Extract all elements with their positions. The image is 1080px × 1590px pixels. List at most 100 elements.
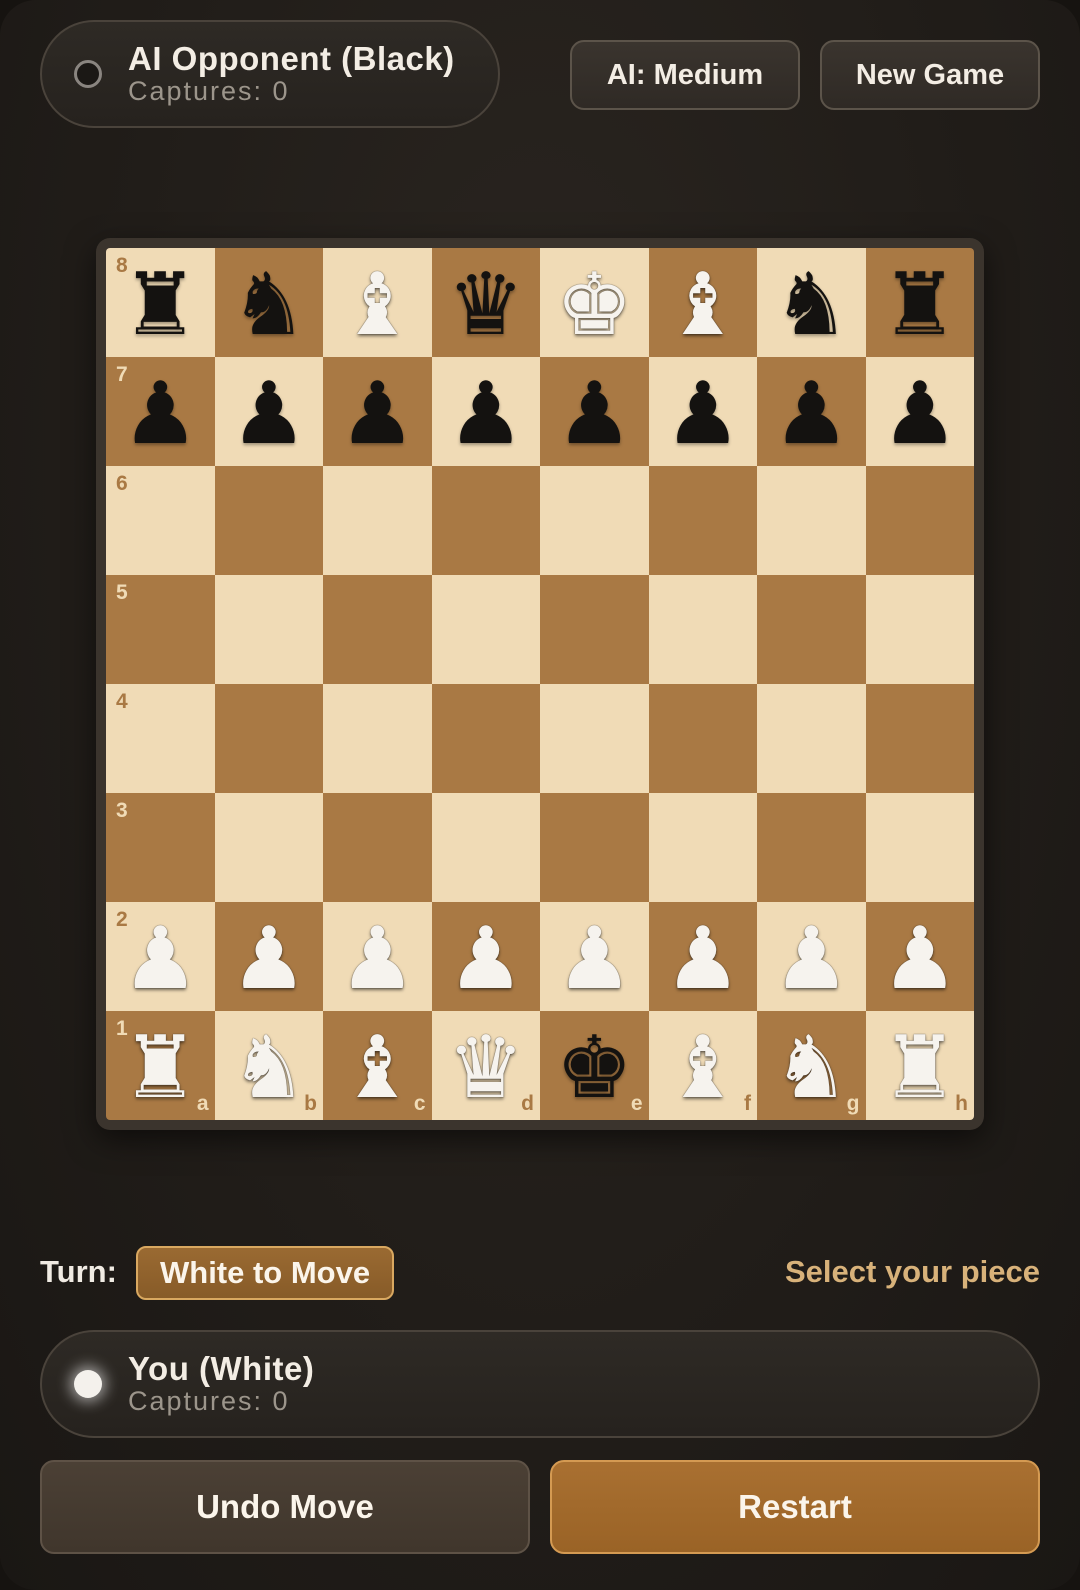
square-g7[interactable]: ♟ (757, 357, 866, 466)
square-e5[interactable] (540, 575, 649, 684)
white-pawn-icon[interactable]: ♟ (447, 916, 524, 1002)
square-b3[interactable] (214, 793, 323, 902)
square-c4[interactable] (323, 684, 432, 793)
square-c3[interactable] (323, 793, 432, 902)
white-pawn-icon[interactable]: ♟ (773, 916, 850, 1002)
white-bishop-icon[interactable]: ♝ (339, 1025, 416, 1111)
square-e6[interactable] (540, 466, 649, 575)
white-bishop-icon[interactable]: ♝ (664, 262, 741, 348)
square-b4[interactable] (214, 684, 323, 793)
square-h4[interactable] (865, 684, 974, 793)
square-a7[interactable]: 7 ♟ (106, 357, 215, 466)
black-king-icon[interactable]: ♚ (556, 1025, 633, 1111)
square-b2[interactable]: ♟ (214, 902, 323, 1011)
square-f2[interactable]: ♟ (648, 902, 757, 1011)
square-a8[interactable]: 8 ♜ (106, 248, 215, 357)
square-g8[interactable]: ♞ (757, 248, 866, 357)
square-h8[interactable]: ♜ (865, 248, 974, 357)
black-pawn-icon[interactable]: ♟ (339, 371, 416, 457)
square-b5[interactable] (214, 575, 323, 684)
square-e4[interactable] (540, 684, 649, 793)
square-c7[interactable]: ♟ (323, 357, 432, 466)
square-f3[interactable] (648, 793, 757, 902)
square-a5[interactable]: 5 (106, 575, 215, 684)
black-knight-icon[interactable]: ♞ (773, 262, 850, 348)
square-h6[interactable] (865, 466, 974, 575)
black-pawn-icon[interactable]: ♟ (122, 371, 199, 457)
square-f4[interactable] (648, 684, 757, 793)
square-g4[interactable] (757, 684, 866, 793)
black-pawn-icon[interactable]: ♟ (230, 371, 307, 457)
square-d4[interactable] (431, 684, 540, 793)
white-queen-icon[interactable]: ♛ (447, 1025, 524, 1111)
square-d7[interactable]: ♟ (431, 357, 540, 466)
white-bishop-icon[interactable]: ♝ (664, 1025, 741, 1111)
square-f6[interactable] (648, 466, 757, 575)
square-d1[interactable]: d ♛ (431, 1011, 540, 1120)
black-rook-icon[interactable]: ♜ (881, 262, 958, 348)
white-pawn-icon[interactable]: ♟ (230, 916, 307, 1002)
square-b6[interactable] (214, 466, 323, 575)
square-f1[interactable]: f ♝ (648, 1011, 757, 1120)
square-d2[interactable]: ♟ (431, 902, 540, 1011)
undo-move-button[interactable]: Undo Move (40, 1460, 530, 1554)
square-g2[interactable]: ♟ (757, 902, 866, 1011)
black-pawn-icon[interactable]: ♟ (664, 371, 741, 457)
square-g6[interactable] (757, 466, 866, 575)
white-rook-icon[interactable]: ♜ (881, 1025, 958, 1111)
square-a3[interactable]: 3 (106, 793, 215, 902)
white-king-icon[interactable]: ♚ (556, 262, 633, 348)
square-h3[interactable] (865, 793, 974, 902)
white-pawn-icon[interactable]: ♟ (122, 916, 199, 1002)
black-rook-icon[interactable]: ♜ (122, 262, 199, 348)
black-knight-icon[interactable]: ♞ (230, 262, 307, 348)
square-d3[interactable] (431, 793, 540, 902)
white-pawn-icon[interactable]: ♟ (881, 916, 958, 1002)
square-b7[interactable]: ♟ (214, 357, 323, 466)
square-e7[interactable]: ♟ (540, 357, 649, 466)
black-queen-icon[interactable]: ♛ (447, 262, 524, 348)
square-h1[interactable]: h ♜ (865, 1011, 974, 1120)
white-bishop-icon[interactable]: ♝ (339, 262, 416, 348)
square-a1[interactable]: 1 a ♜ (106, 1011, 215, 1120)
square-f7[interactable]: ♟ (648, 357, 757, 466)
square-g3[interactable] (757, 793, 866, 902)
square-e3[interactable] (540, 793, 649, 902)
white-knight-icon[interactable]: ♞ (773, 1025, 850, 1111)
new-game-button[interactable]: New Game (820, 40, 1040, 110)
square-g5[interactable] (757, 575, 866, 684)
square-h7[interactable]: ♟ (865, 357, 974, 466)
square-e8[interactable]: ♚ (540, 248, 649, 357)
square-f5[interactable] (648, 575, 757, 684)
square-c2[interactable]: ♟ (323, 902, 432, 1011)
black-pawn-icon[interactable]: ♟ (447, 371, 524, 457)
square-c5[interactable] (323, 575, 432, 684)
square-f8[interactable]: ♝ (648, 248, 757, 357)
ai-difficulty-button[interactable]: AI: Medium (570, 40, 800, 110)
square-d8[interactable]: ♛ (431, 248, 540, 357)
white-knight-icon[interactable]: ♞ (230, 1025, 307, 1111)
square-a2[interactable]: 2 ♟ (106, 902, 215, 1011)
white-pawn-icon[interactable]: ♟ (664, 916, 741, 1002)
white-rook-icon[interactable]: ♜ (122, 1025, 199, 1111)
square-c6[interactable] (323, 466, 432, 575)
restart-button[interactable]: Restart (550, 1460, 1040, 1554)
square-d5[interactable] (431, 575, 540, 684)
square-b8[interactable]: ♞ (214, 248, 323, 357)
square-e1[interactable]: e ♚ (540, 1011, 649, 1120)
square-g1[interactable]: g ♞ (757, 1011, 866, 1120)
square-e2[interactable]: ♟ (540, 902, 649, 1011)
black-pawn-icon[interactable]: ♟ (881, 371, 958, 457)
square-h5[interactable] (865, 575, 974, 684)
square-c8[interactable]: ♝ (323, 248, 432, 357)
black-pawn-icon[interactable]: ♟ (773, 371, 850, 457)
square-a4[interactable]: 4 (106, 684, 215, 793)
square-b1[interactable]: b ♞ (214, 1011, 323, 1120)
white-pawn-icon[interactable]: ♟ (339, 916, 416, 1002)
white-pawn-icon[interactable]: ♟ (556, 916, 633, 1002)
square-h2[interactable]: ♟ (865, 902, 974, 1011)
square-c1[interactable]: c ♝ (323, 1011, 432, 1120)
black-pawn-icon[interactable]: ♟ (556, 371, 633, 457)
square-a6[interactable]: 6 (106, 466, 215, 575)
square-d6[interactable] (431, 466, 540, 575)
